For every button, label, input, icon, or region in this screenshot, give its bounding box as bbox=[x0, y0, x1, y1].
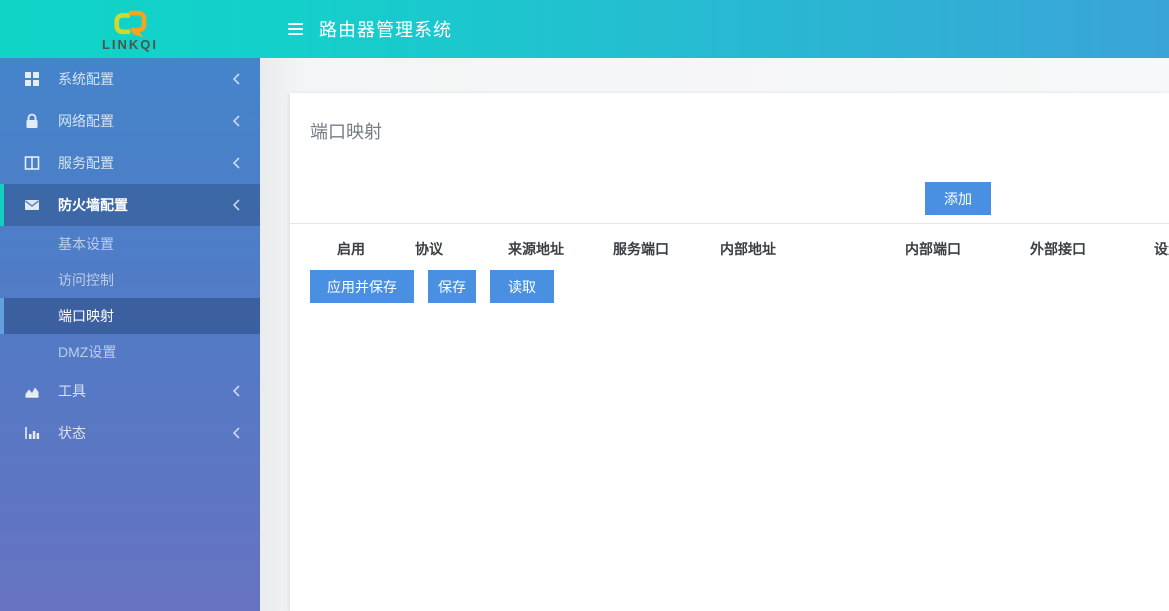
columns-icon bbox=[24, 155, 40, 171]
column-header-settings: 设置 bbox=[1154, 239, 1169, 259]
chevron-left-icon bbox=[232, 385, 240, 397]
brand-logo: LINKQI bbox=[0, 0, 260, 58]
chevron-left-icon bbox=[232, 157, 240, 169]
form-actions: 应用并保存 保存 读取 bbox=[290, 270, 1169, 303]
sidebar-subitem-dmz-settings[interactable]: DMZ设置 bbox=[0, 334, 260, 370]
column-header-protocol: 协议 bbox=[415, 239, 443, 259]
sub-item-label: 端口映射 bbox=[58, 306, 114, 326]
sidebar-item-firewall-config[interactable]: 防火墙配置 bbox=[0, 184, 260, 226]
sub-item-label: DMZ设置 bbox=[58, 342, 116, 362]
save-button[interactable]: 保存 bbox=[428, 270, 476, 303]
sidebar-item-label: 服务配置 bbox=[58, 153, 232, 173]
grid-icon bbox=[24, 71, 40, 87]
router-admin-page: LINKQI 路由器管理系统 系统配置 bbox=[0, 0, 1169, 611]
firewall-submenu: 基本设置 访问控制 端口映射 DMZ设置 bbox=[0, 226, 260, 370]
apply-and-save-button[interactable]: 应用并保存 bbox=[310, 270, 414, 303]
column-header-source-address: 来源地址 bbox=[508, 239, 564, 259]
topbar-main: 路由器管理系统 bbox=[260, 0, 1169, 58]
sub-item-label: 基本设置 bbox=[58, 234, 114, 254]
sidebar-item-label: 系统配置 bbox=[58, 69, 232, 89]
menu-toggle-icon[interactable] bbox=[288, 23, 303, 35]
sidebar-item-label: 防火墙配置 bbox=[58, 195, 232, 215]
lock-icon bbox=[24, 113, 40, 129]
sidebar-subitem-basic-settings[interactable]: 基本设置 bbox=[0, 226, 260, 262]
chevron-left-icon bbox=[232, 199, 240, 211]
sidebar-item-label: 网络配置 bbox=[58, 111, 232, 131]
column-header-enable: 启用 bbox=[337, 239, 365, 259]
column-header-external-interface: 外部接口 bbox=[1030, 239, 1086, 259]
envelope-icon bbox=[24, 197, 40, 213]
sidebar-item-service-config[interactable]: 服务配置 bbox=[0, 142, 260, 184]
column-header-internal-port: 内部端口 bbox=[905, 239, 961, 259]
sidebar-item-label: 状态 bbox=[58, 423, 232, 443]
sidebar-subitem-access-control[interactable]: 访问控制 bbox=[0, 262, 260, 298]
chevron-left-icon bbox=[232, 115, 240, 127]
linkqi-logo-icon bbox=[111, 10, 149, 38]
sidebar-subitem-port-mapping[interactable]: 端口映射 bbox=[0, 298, 260, 334]
sidebar-item-tools[interactable]: 工具 bbox=[0, 370, 260, 412]
sidebar-item-status[interactable]: 状态 bbox=[0, 412, 260, 454]
content-area: 端口映射 添加 启用 协议 来源地址 服务端口 内部地址 内部端口 外部接口 设… bbox=[260, 58, 1169, 611]
sidebar-item-label: 工具 bbox=[58, 381, 232, 401]
sidebar-item-system-config[interactable]: 系统配置 bbox=[0, 58, 260, 100]
topbar: LINKQI 路由器管理系统 bbox=[0, 0, 1169, 58]
sidebar-item-network-config[interactable]: 网络配置 bbox=[0, 100, 260, 142]
sidebar: 系统配置 网络配置 服务配置 bbox=[0, 58, 260, 611]
page-title: 端口映射 bbox=[290, 93, 1169, 145]
table-header-row: 启用 协议 来源地址 服务端口 内部地址 内部端口 外部接口 设置 bbox=[290, 224, 1169, 269]
chevron-left-icon bbox=[232, 73, 240, 85]
read-button[interactable]: 读取 bbox=[490, 270, 554, 303]
app-title: 路由器管理系统 bbox=[319, 16, 452, 42]
area-chart-icon bbox=[24, 383, 40, 399]
column-header-service-port: 服务端口 bbox=[613, 239, 669, 259]
chevron-left-icon bbox=[232, 427, 240, 439]
port-mapping-card: 端口映射 添加 启用 协议 来源地址 服务端口 内部地址 内部端口 外部接口 设… bbox=[290, 93, 1169, 611]
table-toolbar: 添加 bbox=[290, 182, 1169, 215]
bar-chart-icon bbox=[24, 425, 40, 441]
brand-name: LINKQI bbox=[102, 38, 158, 52]
column-header-internal-address: 内部地址 bbox=[720, 239, 776, 259]
add-button[interactable]: 添加 bbox=[925, 182, 991, 215]
sub-item-label: 访问控制 bbox=[58, 270, 114, 290]
